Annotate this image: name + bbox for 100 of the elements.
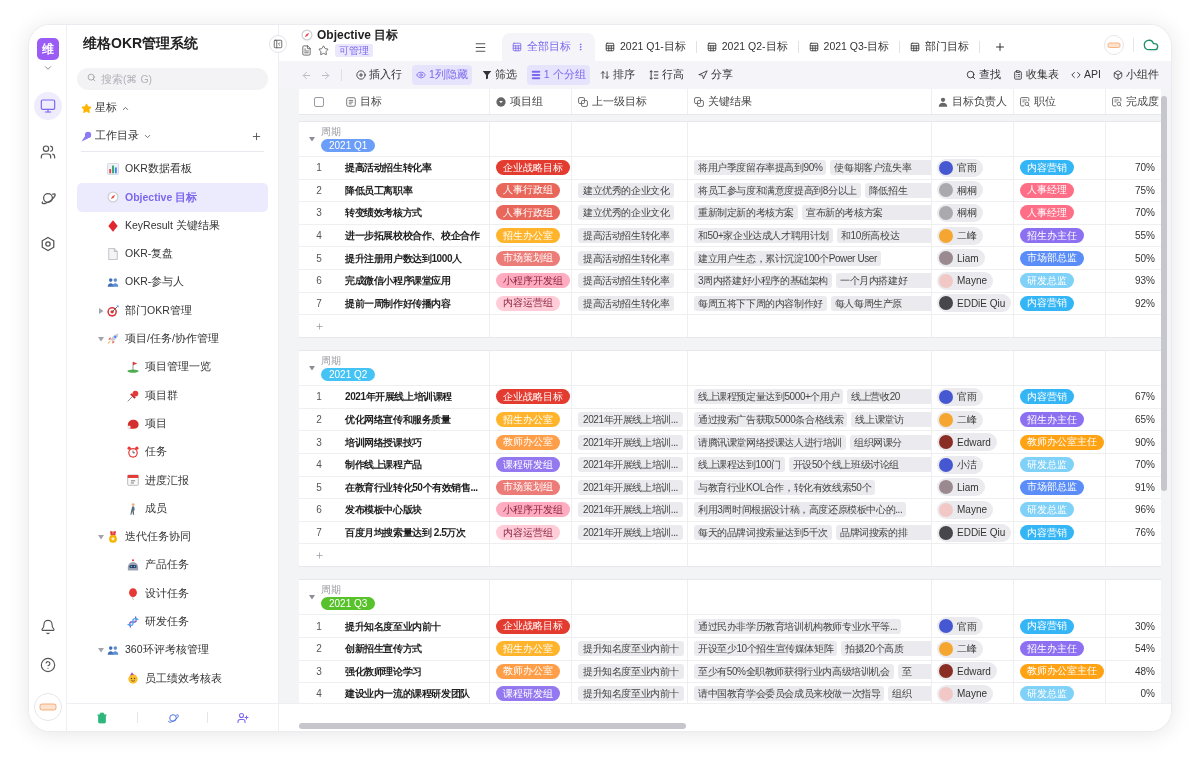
column-header[interactable]: 目标 (339, 89, 489, 114)
workspace-section[interactable]: 工作目录 (95, 128, 152, 144)
nav-item[interactable]: 产品任务 (77, 551, 268, 580)
column-header[interactable]: 上一级目标 (571, 89, 687, 114)
view-tab[interactable]: 2021 Q1-目标 (595, 33, 696, 61)
toolbar-button[interactable]: 1 个分组 (526, 65, 590, 85)
nav-item[interactable]: Objective 目标 (77, 183, 268, 212)
team-tag: 招生办公室 (496, 641, 560, 657)
column-header[interactable]: 关键结果 (687, 89, 931, 114)
column-header[interactable]: 项目组 (489, 89, 571, 114)
caret-down-icon[interactable] (309, 136, 315, 142)
toolbar-button[interactable]: 查找 (964, 65, 1004, 85)
logo-avatar-icon[interactable] (1104, 35, 1124, 55)
nav-item[interactable]: 设计任务 (77, 579, 268, 608)
view-tab[interactable]: 2021 Q3-目标 (798, 33, 900, 61)
view-tab[interactable]: 2021 Q2-目标 (696, 33, 798, 61)
toolbar-button[interactable]: 行高 (644, 65, 688, 85)
nav-item[interactable]: 部门OKR管理 (77, 296, 268, 325)
up-down-arrows-icon (599, 70, 610, 80)
trash-icon[interactable] (95, 711, 108, 724)
group-field-label: 周期 (321, 355, 341, 368)
starred-section[interactable]: 星标 (95, 100, 130, 116)
nav-item[interactable]: 研发任务 (77, 607, 268, 637)
column-header[interactable]: 目标负责人 (931, 89, 1013, 114)
owner-name: EDDiE Qiu (957, 526, 1006, 540)
help-icon[interactable] (39, 657, 56, 673)
view-tab[interactable]: 全部目标 (502, 33, 595, 61)
toolbar-button[interactable]: 插入行 (352, 65, 406, 85)
collapse-sidebar-button[interactable] (269, 35, 287, 53)
add-user-icon[interactable] (237, 711, 250, 724)
toolbar-button[interactable]: 分享 (693, 65, 737, 85)
nav-item[interactable]: 360环评考核管理 (77, 636, 268, 665)
key-result-tag: 至少有50%全职教师获得行业内高级培训机会 (694, 663, 894, 679)
grid-icon (910, 42, 921, 52)
team-tag: 企业战略目标 (496, 389, 570, 405)
completion-value: 90% (1135, 435, 1155, 450)
caret-down-icon[interactable] (98, 335, 104, 342)
toolbar-button[interactable]: 收集表 (1011, 65, 1062, 85)
nav-item[interactable]: 任务 (77, 437, 268, 467)
position-tag: 市场部总监 (1020, 479, 1084, 495)
nav-item[interactable]: OKR数据看板 (77, 155, 268, 184)
toolbar-button[interactable]: 排序 (595, 65, 639, 85)
document-icon[interactable] (301, 45, 312, 56)
sidebar-panel-icon (273, 39, 283, 49)
nav-item[interactable]: 项目管理一览 (77, 353, 268, 382)
golf-flag-icon (127, 361, 139, 374)
key-result-tag: 每周五将下下周的内容制作好 (694, 295, 827, 311)
grid-icon (605, 42, 615, 52)
toolbar-button[interactable]: API (1069, 65, 1103, 85)
objective-title: 在教育行业转化50个有效销售... (345, 480, 478, 495)
nav-item[interactable]: KeyResult 关键结果 (77, 211, 268, 240)
key-result-tag: 使每期客户流失率 (830, 160, 931, 176)
completion-value: 76% (1135, 526, 1155, 540)
view-tab[interactable]: 部门目标 (900, 33, 980, 61)
nav-button[interactable] (33, 92, 62, 120)
chevron-down-icon[interactable] (42, 63, 53, 73)
row-number: 3 (316, 435, 322, 450)
nav-item[interactable]: 项目 (77, 409, 268, 438)
plus-icon[interactable] (994, 41, 1007, 53)
bell-icon[interactable] (39, 619, 56, 635)
select-all-checkbox[interactable] (314, 96, 324, 107)
plus-icon[interactable] (251, 130, 262, 142)
navigation-arrow-icon (697, 70, 708, 80)
workspace-logo[interactable]: 维 (36, 38, 59, 60)
parent-objective-tag: 提升知名度至业内前十 (578, 663, 684, 679)
caret-right-icon[interactable] (98, 307, 104, 314)
team-tag: 人事行政组 (496, 182, 560, 198)
nav-item[interactable]: 进度汇报 (77, 466, 268, 495)
nav-item[interactable]: 项目/任务/协作管理 (77, 324, 268, 354)
caret-down-icon[interactable] (309, 594, 315, 601)
toolbar-button[interactable]: 筛选 (477, 65, 521, 85)
nav-item[interactable]: 员工绩效考核表 (77, 664, 268, 693)
column-header[interactable]: 职位 (1013, 89, 1105, 114)
position-tag: 内容营销 (1020, 160, 1074, 176)
search-icon (966, 70, 977, 80)
planet-icon[interactable] (166, 711, 179, 724)
bar-chart-icon (107, 163, 119, 176)
nav-item[interactable]: OKR-参与人 (77, 268, 268, 297)
cloud-icon[interactable] (1143, 37, 1159, 53)
nav-item[interactable]: 迭代任务协同 (77, 522, 268, 552)
nav-item[interactable]: 成员 (77, 494, 268, 523)
nav-item[interactable]: OKR-复盘 (77, 239, 268, 269)
owner-name: EDDiE Qiu (957, 296, 1006, 311)
key-result-tag: 和10所高校达 (836, 228, 931, 244)
calendar-icon (127, 474, 139, 487)
people-icon (39, 144, 56, 160)
toolbar-button[interactable]: 小组件 (1111, 65, 1161, 85)
vertical-scrollbar[interactable] (1161, 96, 1167, 491)
caret-down-icon[interactable] (98, 534, 104, 540)
team-tag: 课程研发组 (496, 457, 560, 473)
parent-objective-tag: 2021年开展线上培训... (578, 502, 683, 518)
search-field[interactable]: 搜索(⌘ G) (77, 68, 268, 90)
star-icon[interactable] (318, 45, 329, 56)
menu-icon[interactable] (474, 41, 487, 54)
horizontal-scrollbar[interactable] (299, 723, 686, 729)
toolbar-button[interactable]: 1列隐藏 (412, 65, 472, 85)
nav-item[interactable]: 项目群 (77, 381, 268, 410)
caret-down-icon[interactable] (309, 365, 315, 372)
caret-down-icon[interactable] (98, 647, 104, 654)
balloon-icon (127, 587, 139, 600)
